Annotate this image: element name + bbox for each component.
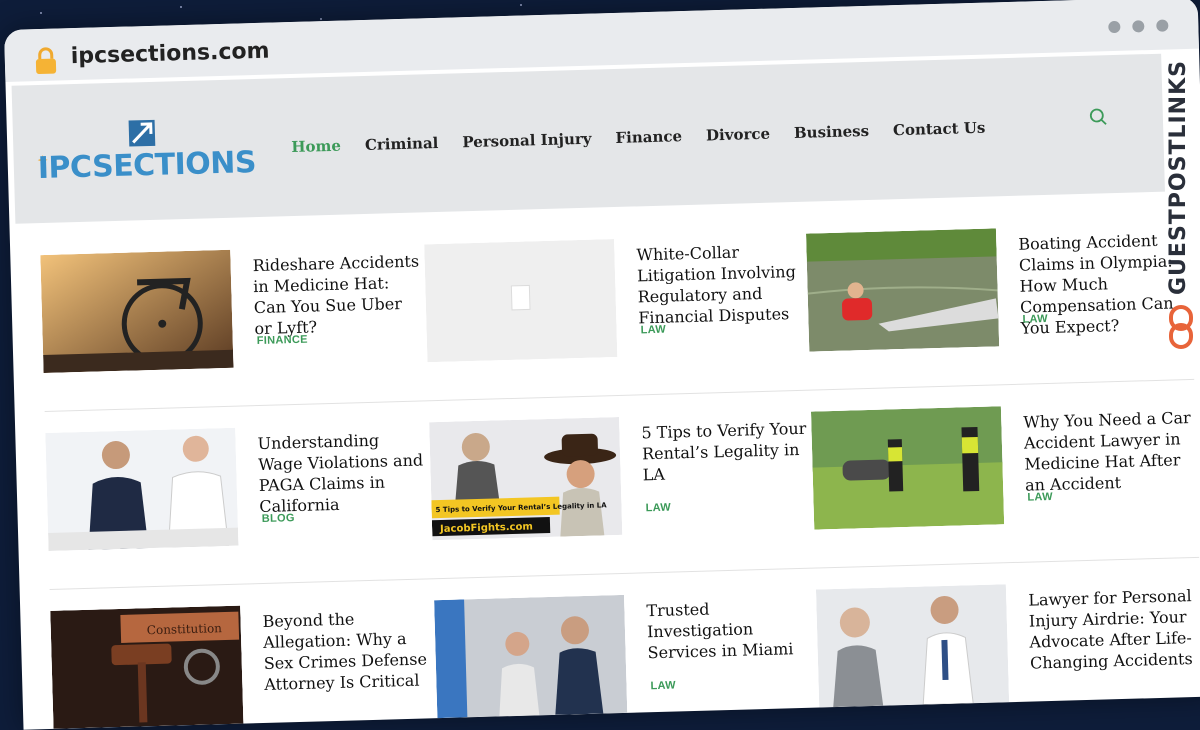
star <box>180 6 182 8</box>
nav-item-divorce[interactable]: Divorce <box>706 125 770 145</box>
post-category[interactable]: LAW <box>1027 491 1053 504</box>
nav-item-home[interactable]: Home <box>291 137 341 156</box>
lock-icon <box>35 47 57 75</box>
post-card[interactable]: Why You Need a Car Accident Lawyer in Me… <box>810 401 1195 552</box>
guestpostlinks-badge: GUESTPOSTLINKS <box>1166 58 1196 358</box>
post-card[interactable]: Lawyer for Personal Injury Airdrie: Your… <box>815 579 1200 730</box>
post-title[interactable]: Rideshare Accidents in Medicine Hat: Can… <box>252 250 424 339</box>
post-category[interactable]: FINANCE <box>257 334 308 347</box>
post-card[interactable]: Trusted Investigation Services in Miami L… <box>434 590 818 730</box>
post-row: Understanding Wage Violations and PAGA C… <box>45 401 1200 590</box>
post-thumbnail[interactable]: 5 Tips to Verify Your Rental’s Legality … <box>429 416 623 541</box>
window-dot[interactable] <box>1108 20 1121 34</box>
post-thumbnail[interactable] <box>815 584 1010 708</box>
post-thumbnail[interactable]: Constitution <box>50 605 244 729</box>
post-card[interactable]: Constitution Beyond the Allegation: Why … <box>50 600 434 729</box>
post-title[interactable]: White-Collar Litigation Involving Regula… <box>636 240 808 329</box>
placeholder-thumbnail <box>424 239 618 363</box>
nav-item-criminal[interactable]: Criminal <box>365 134 439 154</box>
post-title[interactable]: Trusted Investigation Services in Miami <box>646 596 818 664</box>
wheelchair-thumbnail <box>40 249 234 374</box>
post-thumbnail[interactable] <box>810 406 1005 530</box>
post-title[interactable]: Why You Need a Car Accident Lawyer in Me… <box>1023 407 1195 496</box>
site-logo[interactable]: IPCSECTIONS <box>37 115 256 191</box>
post-grid: Rideshare Accidents in Medicine Hat: Can… <box>40 223 1200 729</box>
post-thumbnail[interactable] <box>424 239 618 363</box>
main-nav: Home Criminal Personal Injury Finance Divorc… <box>291 119 985 156</box>
star <box>40 12 42 14</box>
chain-link-icon <box>1169 305 1193 349</box>
post-category[interactable]: LAW <box>1022 313 1048 326</box>
post-category[interactable]: LAW <box>650 679 676 692</box>
window-dot[interactable] <box>1156 19 1169 32</box>
personal-injury-thumbnail <box>815 584 1010 708</box>
browser-window: ipcsections.com IPCSECTIONS Home Criminal… <box>4 0 1200 730</box>
site-header: IPCSECTIONS Home Criminal Personal Injury F… <box>11 53 1165 224</box>
post-card[interactable]: Rideshare Accidents in Medicine Hat: Can… <box>40 244 424 395</box>
post-row: Rideshare Accidents in Medicine Hat: Can… <box>40 223 1195 413</box>
address-bar[interactable]: ipcsections.com <box>70 39 269 70</box>
logo-mark-icon <box>128 119 156 147</box>
post-title[interactable]: Lawyer for Personal Injury Airdrie: Your… <box>1028 585 1200 674</box>
post-card[interactable]: 5 Tips to Verify Your Rental’s Legality … <box>429 412 813 563</box>
post-thumbnail[interactable] <box>40 249 234 374</box>
nav-item-personal-injury[interactable]: Personal Injury <box>462 130 592 152</box>
investigation-thumbnail <box>434 594 628 719</box>
post-title[interactable]: Understanding Wage Violations and PAGA C… <box>257 428 429 517</box>
post-card[interactable]: Boating Accident Claims in Olympia: How … <box>805 223 1190 374</box>
nav-item-business[interactable]: Business <box>794 122 870 142</box>
post-thumbnail[interactable] <box>45 427 239 551</box>
star <box>520 4 522 6</box>
window-dot[interactable] <box>1132 20 1145 33</box>
nav-item-finance[interactable]: Finance <box>615 127 682 147</box>
post-category[interactable]: LAW <box>645 502 671 515</box>
star <box>320 18 322 20</box>
office-thumbnail <box>45 427 239 551</box>
post-category[interactable]: BLOG <box>262 512 295 525</box>
car-accident-thumbnail <box>810 406 1005 530</box>
window-controls <box>1108 19 1169 34</box>
post-category[interactable]: LAW <box>640 324 666 337</box>
post-title[interactable]: 5 Tips to Verify Your Rental’s Legality … <box>641 418 813 486</box>
post-title[interactable]: Beyond the Allegation: Why a Sex Crimes … <box>262 606 434 695</box>
gavel-thumbnail: Constitution <box>50 605 244 729</box>
nav-item-contact-us[interactable]: Contact Us <box>893 119 986 140</box>
boating-thumbnail <box>805 228 1000 352</box>
thumb-word: Constitution <box>147 621 223 637</box>
post-card[interactable]: Understanding Wage Violations and PAGA C… <box>45 422 429 573</box>
post-card[interactable]: White-Collar Litigation Involving Regula… <box>424 234 808 385</box>
post-thumbnail[interactable] <box>434 594 628 719</box>
badge-text: GUESTPOSTLINKS <box>1166 60 1191 296</box>
logo-text: IPCSECTIONS <box>37 145 257 187</box>
post-row: Constitution Beyond the Allegation: Why … <box>50 579 1200 730</box>
search-icon[interactable] <box>1089 107 1110 128</box>
rental-tips-thumbnail: 5 Tips to Verify Your Rental’s Legality … <box>429 416 623 541</box>
post-thumbnail[interactable] <box>805 228 1000 352</box>
